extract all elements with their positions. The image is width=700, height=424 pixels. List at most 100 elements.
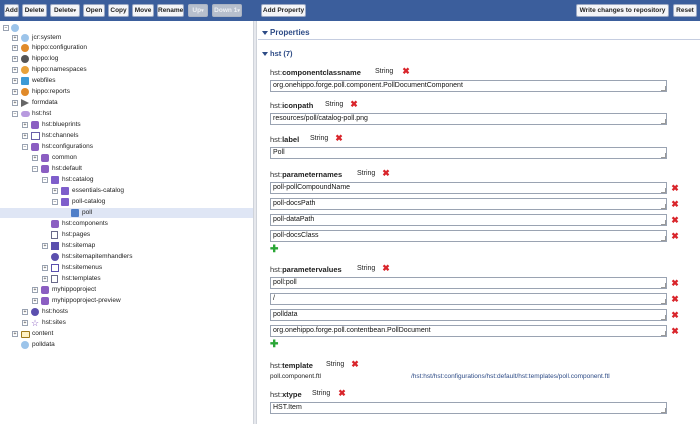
tree-item-hst-blueprints[interactable]: + hst:blueprints xyxy=(0,120,253,130)
expand-toggle[interactable]: + xyxy=(32,155,38,161)
expand-toggle[interactable]: + xyxy=(22,133,28,139)
collapse-toggle[interactable]: − xyxy=(12,111,18,117)
expand-toggle[interactable]: + xyxy=(12,45,18,51)
resize-grip-icon[interactable] xyxy=(661,408,666,413)
panel-splitter[interactable] xyxy=(253,21,257,424)
parameternames-input-2[interactable]: poll-docsPath xyxy=(270,198,667,210)
tree-item-hippo-configuration[interactable]: + hippo:configuration xyxy=(0,43,253,53)
properties-header[interactable]: Properties xyxy=(258,26,700,40)
tree-item-hst-templates[interactable]: + hst:templates xyxy=(0,274,253,284)
tree-item-myhippoproject[interactable]: + myhippoproject xyxy=(0,285,253,295)
delete-property-icon[interactable]: ✖ xyxy=(338,389,346,398)
expand-toggle[interactable]: + xyxy=(12,100,18,106)
add-property-button[interactable]: Add Property xyxy=(261,4,306,17)
expand-toggle[interactable]: + xyxy=(42,265,48,271)
collapse-toggle[interactable]: − xyxy=(22,144,28,150)
delete-value-icon[interactable]: ✖ xyxy=(671,216,679,225)
resize-grip-icon[interactable] xyxy=(661,153,666,158)
resize-grip-icon[interactable] xyxy=(661,220,666,225)
resize-grip-icon[interactable] xyxy=(661,283,666,288)
resize-grip-icon[interactable] xyxy=(661,204,666,209)
expand-toggle[interactable]: + xyxy=(52,188,58,194)
tree-item-jcr-system[interactable]: + jcr:system xyxy=(0,33,253,43)
tree-item-hst-pages[interactable]: hst:pages xyxy=(0,230,253,240)
resize-grip-icon[interactable] xyxy=(661,188,666,193)
tree-item-poll[interactable]: poll xyxy=(0,208,253,218)
reset-button[interactable]: Reset xyxy=(673,4,697,17)
tree-item-content[interactable]: + content xyxy=(0,329,253,339)
tree-item-hst-sitemenus[interactable]: + hst:sitemenus xyxy=(0,263,253,273)
tree-item-hst-components[interactable]: hst:components xyxy=(0,219,253,229)
tree-item-hippo-namespaces[interactable]: + hippo:namespaces xyxy=(0,65,253,75)
expand-toggle[interactable]: + xyxy=(22,122,28,128)
tree-item-common[interactable]: + common xyxy=(0,153,253,163)
delete-value-icon[interactable]: ✖ xyxy=(671,295,679,304)
expand-toggle[interactable]: + xyxy=(12,35,18,41)
collapse-arrow-icon[interactable] xyxy=(262,31,268,35)
delete-property-icon[interactable]: ✖ xyxy=(335,134,343,143)
expand-toggle[interactable]: + xyxy=(12,89,18,95)
tree-item-hst-channels[interactable]: + hst:channels xyxy=(0,131,253,141)
tree-item-hst-configurations[interactable]: − hst:configurations xyxy=(0,142,253,152)
resize-grip-icon[interactable] xyxy=(661,331,666,336)
expand-toggle[interactable]: + xyxy=(22,320,28,326)
delete-property-icon[interactable]: ✖ xyxy=(350,100,358,109)
tree-item-polldata[interactable]: polldata xyxy=(0,340,253,350)
tree-item-hippo-reports[interactable]: + hippo:reports xyxy=(0,87,253,97)
move-button[interactable]: Move xyxy=(132,4,154,17)
delete-value-icon[interactable]: ✖ xyxy=(671,279,679,288)
add-value-icon[interactable]: ✚ xyxy=(270,245,278,255)
resize-grip-icon[interactable] xyxy=(661,86,666,91)
tree-item-hst-hosts[interactable]: + hst:hosts xyxy=(0,307,253,317)
expand-toggle[interactable]: + xyxy=(42,276,48,282)
tree-item-formdata[interactable]: + formdata xyxy=(0,98,253,108)
collapse-toggle[interactable]: − xyxy=(3,25,9,31)
delete-value-icon[interactable]: ✖ xyxy=(671,232,679,241)
delete-node-button[interactable]: Delete xyxy=(22,4,47,17)
resize-grip-icon[interactable] xyxy=(661,299,666,304)
parametervalues-input-3[interactable]: polldata xyxy=(270,309,667,321)
tree-root[interactable]: − xyxy=(0,23,253,33)
resize-grip-icon[interactable] xyxy=(661,236,666,241)
expand-toggle[interactable]: + xyxy=(42,243,48,249)
tree-item-hst-hst[interactable]: − hst:hst xyxy=(0,109,253,119)
template-reference-link[interactable]: /hst:hst/hst:configurations/hst:default/… xyxy=(411,373,610,380)
expand-toggle[interactable]: + xyxy=(12,67,18,73)
copy-button[interactable]: Copy xyxy=(108,4,129,17)
expand-toggle[interactable]: + xyxy=(12,331,18,337)
delete-property-icon[interactable]: ✖ xyxy=(402,67,410,76)
delete-property-icon[interactable]: ✖ xyxy=(382,264,390,273)
delete-property-icon[interactable]: ✖ xyxy=(351,360,359,369)
rename-button[interactable]: Rename xyxy=(157,4,184,17)
move-down-button[interactable]: Down 1▾ xyxy=(212,4,242,17)
delete-value-icon[interactable]: ✖ xyxy=(671,311,679,320)
parameternames-input-4[interactable]: poll-docsClass xyxy=(270,230,667,242)
tree-item-hst-sites[interactable]: + ☆ hst:sites xyxy=(0,318,253,328)
iconpath-input[interactable]: resources/poll/catalog-poll.png xyxy=(270,113,667,125)
expand-toggle[interactable]: + xyxy=(12,78,18,84)
expand-toggle[interactable]: + xyxy=(12,56,18,62)
tree-item-hippo-log[interactable]: + hippo:log xyxy=(0,54,253,64)
delete-value-icon[interactable]: ✖ xyxy=(671,327,679,336)
open-button[interactable]: Open xyxy=(83,4,105,17)
componentclassname-input[interactable]: org.onehippo.forge.poll.component.PollDo… xyxy=(270,80,667,92)
add-value-icon[interactable]: ✚ xyxy=(270,340,278,350)
tree-item-hst-sitemap[interactable]: + hst:sitemap xyxy=(0,241,253,251)
parametervalues-input-2[interactable]: / xyxy=(270,293,667,305)
tree-item-essentials-catalog[interactable]: + essentials-catalog xyxy=(0,186,253,196)
write-changes-button[interactable]: Write changes to repository xyxy=(576,4,669,17)
xtype-input[interactable]: HST.Item xyxy=(270,402,667,414)
collapse-toggle[interactable]: − xyxy=(42,177,48,183)
parametervalues-input-1[interactable]: poll:poll xyxy=(270,277,667,289)
tree-item-myhippoproject-preview[interactable]: + myhippoproject-preview xyxy=(0,296,253,306)
parameternames-input-1[interactable]: poll-pollCompoundName xyxy=(270,182,667,194)
collapse-arrow-icon[interactable] xyxy=(262,52,268,56)
tree-item-hst-default[interactable]: − hst:default xyxy=(0,164,253,174)
delete-value-icon[interactable]: ✖ xyxy=(671,184,679,193)
tree-item-webfiles[interactable]: + webfiles xyxy=(0,76,253,86)
tree-item-hst-sitemapitemhandlers[interactable]: hst:sitemapitemhandlers xyxy=(0,252,253,262)
parametervalues-input-4[interactable]: org.onehippo.forge.poll.contentbean.Poll… xyxy=(270,325,667,337)
delete-value-icon[interactable]: ✖ xyxy=(671,200,679,209)
parameternames-input-3[interactable]: poll-dataPath xyxy=(270,214,667,226)
delete-menu-button[interactable]: Delete▾ xyxy=(50,4,80,17)
